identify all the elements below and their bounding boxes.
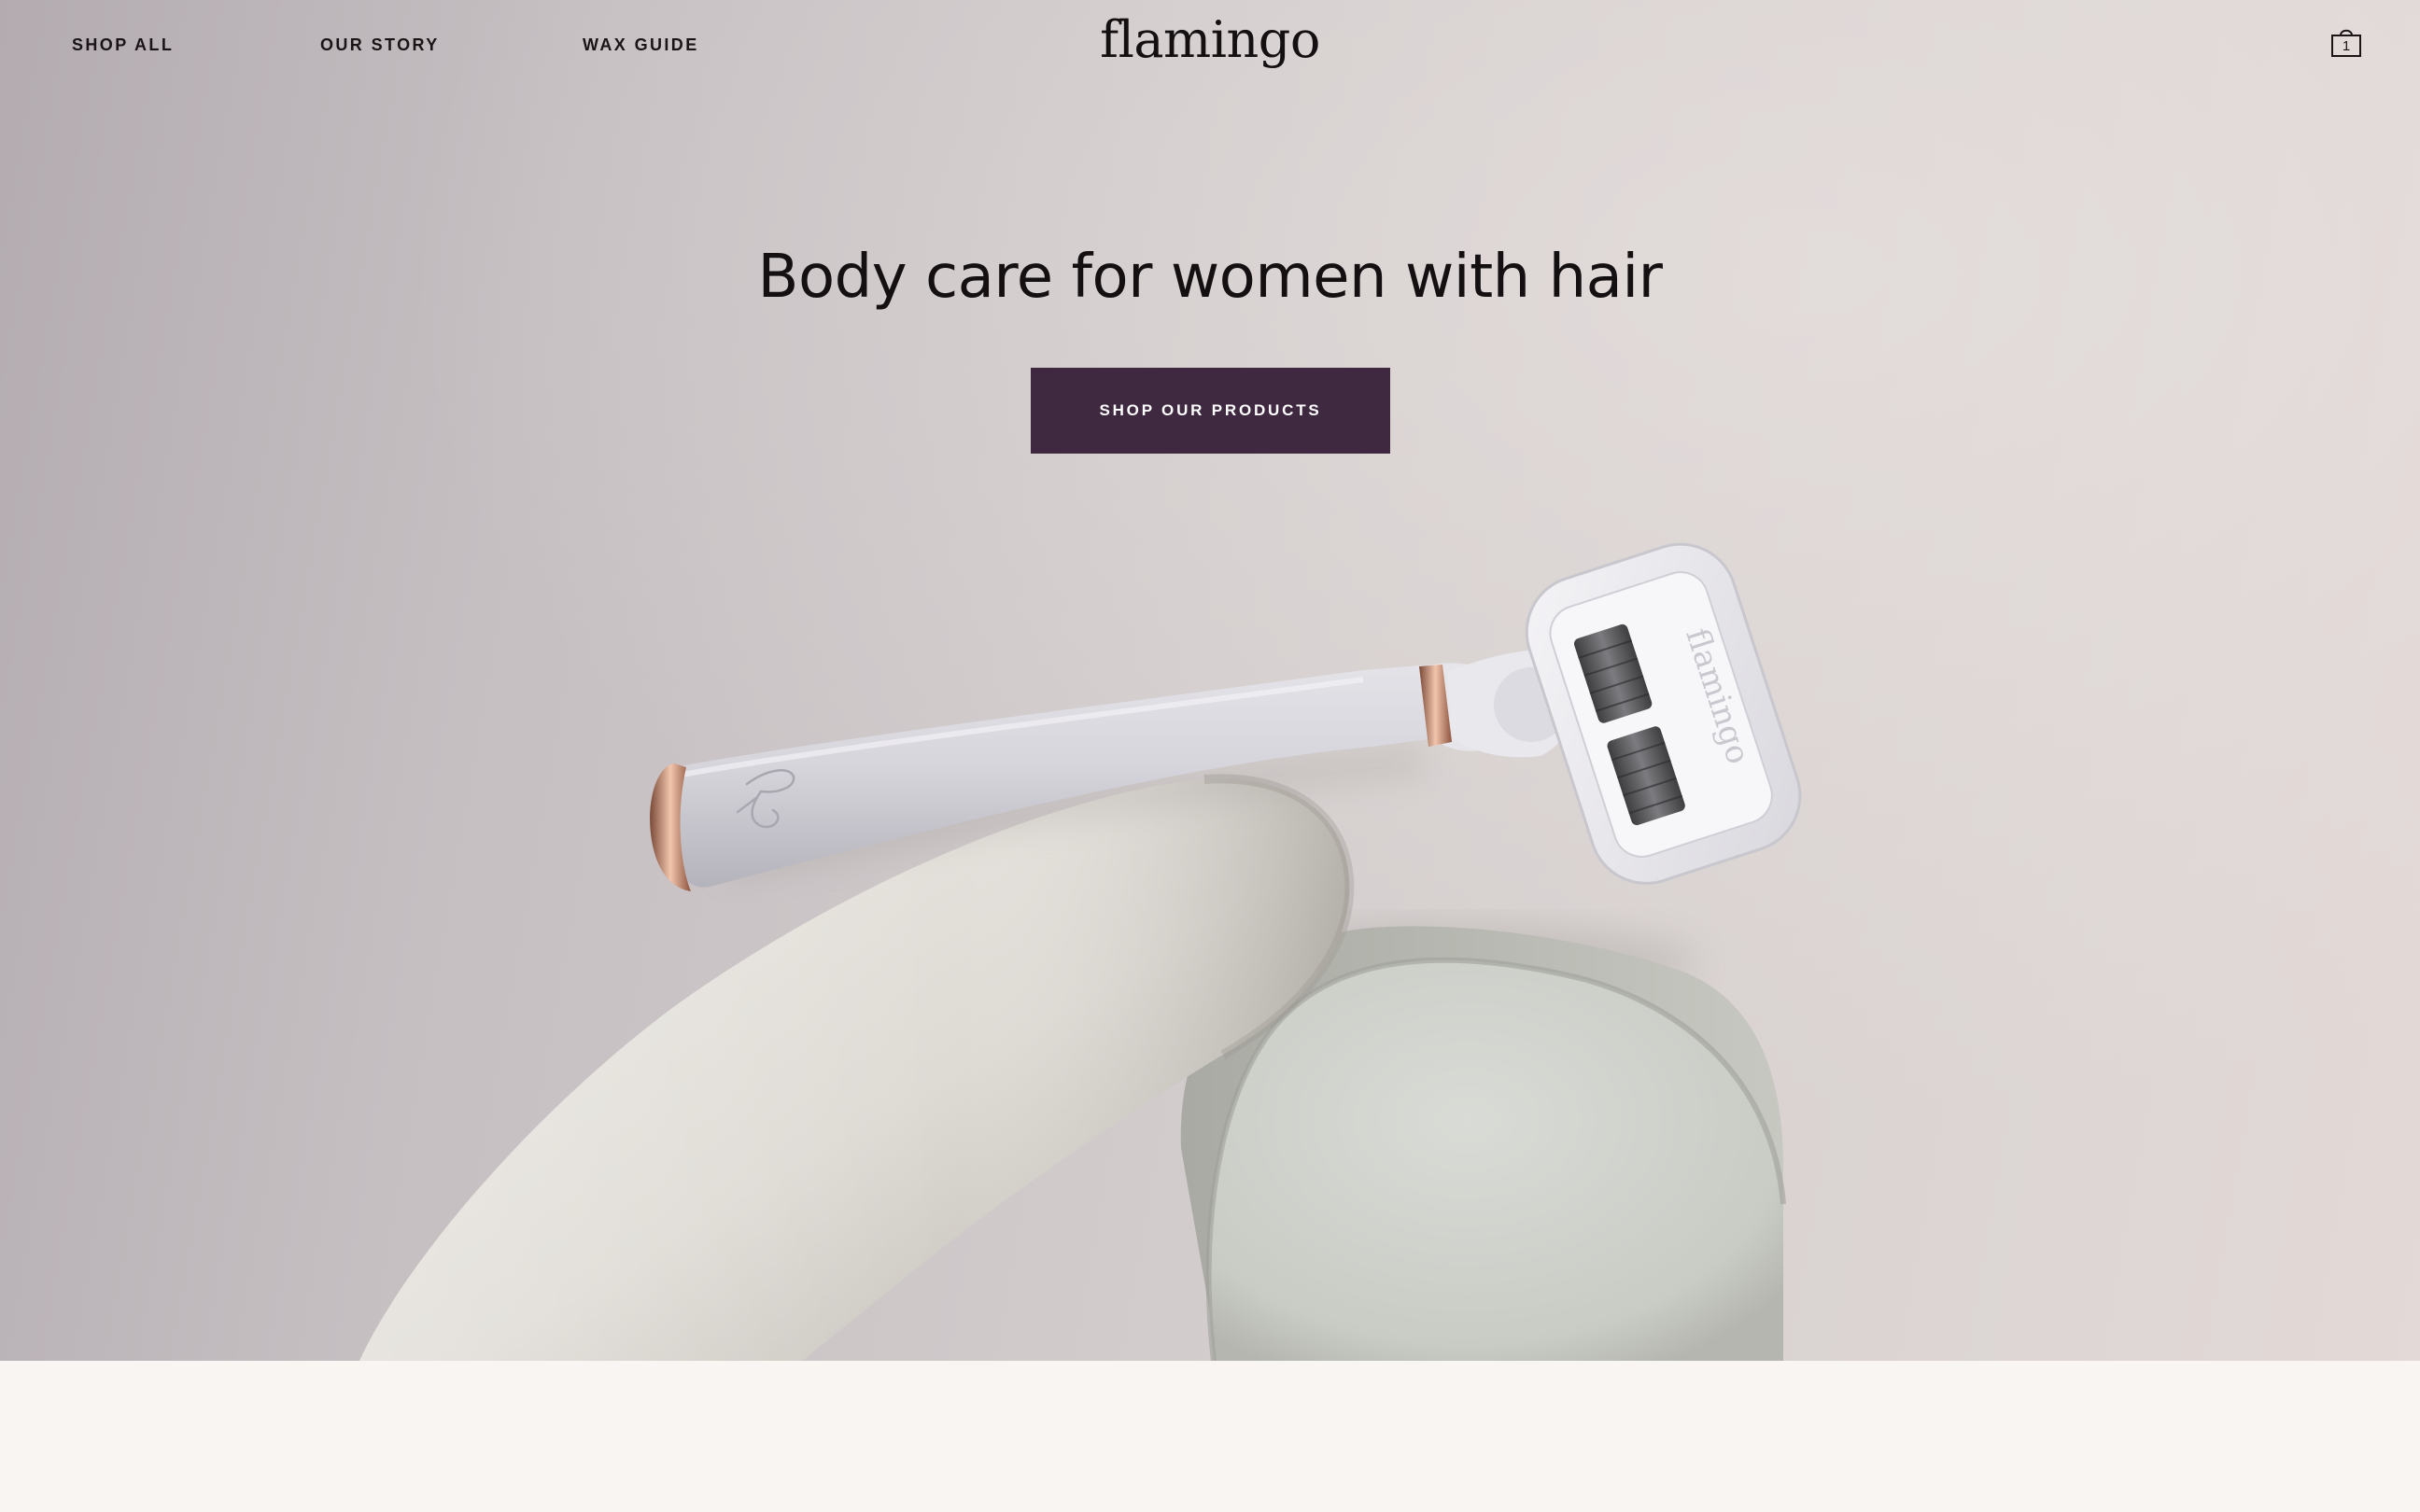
hero-section: flamingo SHOP ALL OUR STORY WAX GUIDE fl…	[0, 0, 2420, 1361]
nav-wax-guide[interactable]: WAX GUIDE	[583, 35, 699, 55]
cart-button[interactable]: 1	[2330, 26, 2362, 58]
hero-product-image: flamingo	[359, 542, 1802, 1361]
nav-our-story[interactable]: OUR STORY	[320, 35, 440, 55]
brand-logo[interactable]: flamingo	[1100, 7, 1320, 73]
content-section	[0, 1361, 2420, 1512]
cart-count: 1	[2342, 38, 2351, 54]
shop-our-products-button[interactable]: SHOP OUR PRODUCTS	[1031, 368, 1390, 454]
hero-headline: Body care for women with hair	[757, 243, 1663, 312]
page: flamingo SHOP ALL OUR STORY WAX GUIDE fl…	[0, 0, 2420, 1512]
nav-shop-all[interactable]: SHOP ALL	[72, 35, 174, 55]
